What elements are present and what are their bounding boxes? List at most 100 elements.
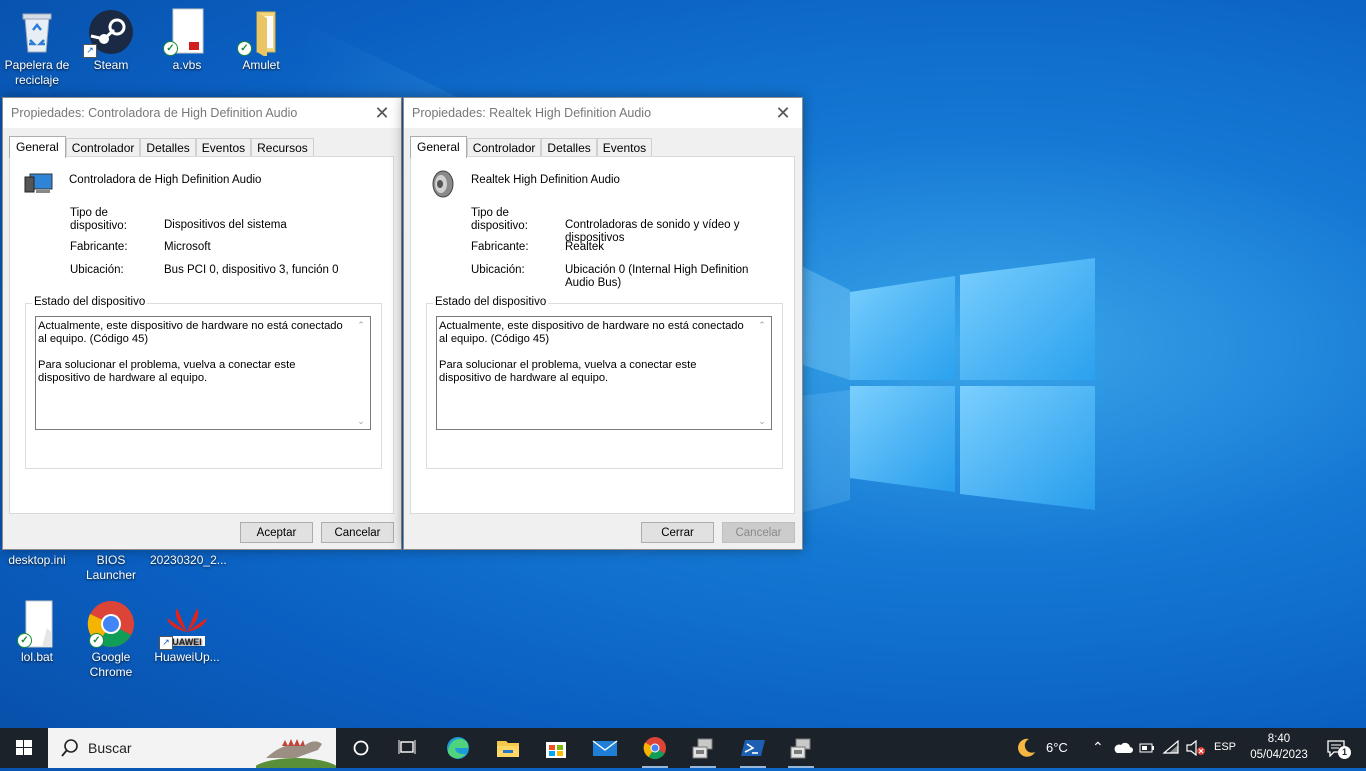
svg-text:UAWEI: UAWEI [172, 637, 202, 647]
search-box[interactable]: Buscar [48, 728, 336, 768]
volume-muted-icon[interactable] [1186, 740, 1206, 756]
dialog-title: Propiedades: Controladora de High Defini… [11, 106, 298, 120]
desktop-icon-label: desktop.ini [8, 553, 66, 567]
monitor-device-icon [24, 173, 53, 193]
scroll-down-icon[interactable]: ⌄ [754, 414, 770, 428]
cancel-button[interactable]: Cancelar [321, 522, 394, 543]
taskbar-powershell[interactable] [730, 728, 776, 768]
dialog-title: Propiedades: Realtek High Definition Aud… [412, 106, 652, 120]
tab-details[interactable]: Detalles [140, 138, 196, 157]
huawei-icon: UAWEI ↗ [159, 600, 211, 650]
scrollbar[interactable]: ⌃ ⌄ [754, 318, 770, 428]
tab-general[interactable]: General [410, 136, 467, 158]
desktop-icon-label: Amulet [242, 58, 280, 72]
edge-icon [447, 737, 469, 759]
desktop-icon-file-20230320[interactable]: 20230320_2... [150, 553, 227, 568]
location-label: Ubicación: [471, 264, 525, 276]
taskbar-chrome[interactable] [632, 728, 678, 768]
wifi-icon[interactable] [1162, 739, 1180, 755]
chrome-icon: ✓ [87, 600, 135, 648]
taskbar-device-manager[interactable] [680, 728, 726, 768]
close-icon[interactable]: ✕ [772, 102, 794, 124]
tab-details[interactable]: Detalles [541, 138, 597, 157]
store-icon [546, 742, 566, 758]
location-label: Ubicación: [70, 264, 124, 276]
desktop-icon-label: Steam [93, 58, 129, 72]
desktop-icon-a-vbs[interactable]: ✓ a.vbs [150, 8, 224, 73]
scroll-down-icon[interactable]: ⌄ [353, 414, 369, 428]
weather-widget[interactable]: 6°C [1010, 728, 1085, 768]
cancel-button: Cancelar [722, 522, 795, 543]
device-status-text[interactable]: Actualmente, este dispositivo de hardwar… [436, 316, 772, 430]
close-icon[interactable]: ✕ [371, 102, 393, 124]
tab-controller[interactable]: Controlador [466, 138, 542, 157]
folder-icon: ✓ [237, 8, 285, 58]
notification-center-button[interactable]: 1 [1318, 728, 1366, 768]
tab-events[interactable]: Eventos [596, 138, 653, 157]
chevron-up-icon[interactable]: ⌃ [1092, 739, 1104, 756]
desktop-icon-lol-bat[interactable]: ✓ lol.bat [0, 600, 74, 665]
tab-events[interactable]: Eventos [195, 138, 252, 157]
task-view-button[interactable] [384, 728, 430, 768]
device-status-group: Estado del dispositivo Actualmente, este… [25, 296, 382, 469]
search-icon [61, 739, 78, 757]
device-status-legend: Estado del dispositivo [32, 296, 148, 308]
task-view-icon [398, 740, 416, 754]
desktop-icon-google-chrome[interactable]: ✓ Google Chrome [74, 600, 148, 680]
desktop-icon-recycle-bin[interactable]: Papelera de reciclaje [0, 8, 74, 88]
desktop-icon-label: a.vbs [172, 58, 202, 72]
language-indicator[interactable]: ESP [1214, 741, 1236, 753]
clock[interactable]: 8:40 05/04/2023 [1244, 731, 1314, 767]
sync-check-icon: ✓ [89, 633, 104, 648]
tab-general[interactable]: General [9, 136, 66, 158]
tab-resources[interactable]: Recursos [251, 138, 314, 157]
tab-controller[interactable]: Controlador [65, 138, 141, 157]
device-type-label: Tipo de dispositivo: [471, 207, 528, 232]
powershell-icon [741, 740, 765, 756]
desktop-icon-amulet[interactable]: ✓ Amulet [224, 8, 298, 73]
taskbar-store[interactable] [533, 728, 579, 768]
device-name: Controladora de High Definition Audio [69, 174, 262, 186]
taskbar-mail[interactable] [582, 728, 628, 768]
status-message: Actualmente, este dispositivo de hardwar… [38, 320, 343, 345]
properties-dialog-hd-audio-controller: Propiedades: Controladora de High Defini… [2, 97, 402, 550]
scrollbar[interactable]: ⌃ ⌄ [353, 318, 369, 428]
properties-dialog-realtek-audio: Propiedades: Realtek High Definition Aud… [403, 97, 803, 550]
title-bar[interactable]: Propiedades: Realtek High Definition Aud… [404, 98, 802, 128]
file-explorer-icon [497, 741, 519, 757]
taskbar-file-explorer[interactable] [485, 728, 531, 768]
scroll-up-icon[interactable]: ⌃ [754, 318, 770, 332]
batch-file-icon: ✓ [13, 600, 61, 648]
mail-icon [592, 740, 618, 756]
desktop-icon-bios-launcher[interactable]: BIOS Launcher [74, 553, 148, 583]
taskbar-device-manager-2[interactable] [778, 728, 824, 768]
cortana-button[interactable] [338, 728, 384, 768]
taskbar-edge[interactable] [435, 728, 481, 768]
scroll-up-icon[interactable]: ⌃ [353, 318, 369, 332]
windows-logo-icon [16, 740, 32, 755]
desktop-icon-label: 20230320_2... [150, 553, 227, 567]
chrome-icon [643, 737, 666, 760]
device-type-value: Dispositivos del sistema [164, 219, 287, 231]
script-file-icon: ✓ [163, 8, 211, 56]
device-status-text[interactable]: Actualmente, este dispositivo de hardwar… [35, 316, 371, 430]
battery-icon[interactable] [1139, 742, 1155, 754]
shortcut-arrow-icon: ↗ [159, 636, 173, 650]
location-value: Ubicación 0 (Internal High Definition Au… [565, 264, 749, 289]
desktop-icon-huawei[interactable]: UAWEI ↗ HuaweiUp... [150, 600, 224, 665]
close-button[interactable]: Cerrar [641, 522, 714, 543]
manufacturer-value: Microsoft [164, 241, 211, 253]
manufacturer-value: Realtek [565, 241, 604, 253]
location-value: Bus PCI 0, dispositivo 3, función 0 [164, 264, 339, 276]
device-type-label: Tipo de dispositivo: [70, 207, 127, 232]
start-button[interactable] [0, 728, 48, 768]
title-bar[interactable]: Propiedades: Controladora de High Defini… [3, 98, 401, 128]
tab-strip: General Controlador Detalles Eventos Rec… [9, 136, 314, 158]
ok-button[interactable]: Aceptar [240, 522, 313, 543]
desktop-icon-steam[interactable]: ↗ Steam [74, 8, 148, 73]
manufacturer-label: Fabricante: [471, 241, 529, 253]
moon-icon [1018, 738, 1035, 757]
desktop-icon-desktop-ini[interactable]: desktop.ini [0, 553, 74, 568]
onedrive-icon[interactable] [1113, 741, 1133, 755]
device-name: Realtek High Definition Audio [471, 174, 620, 186]
